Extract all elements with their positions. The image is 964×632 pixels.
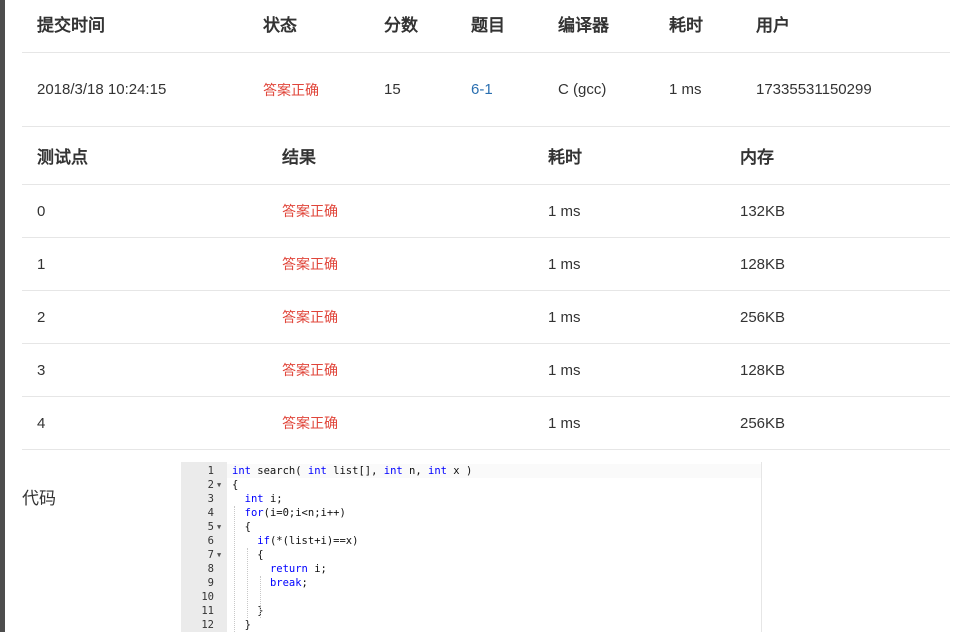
header-time-used: 耗时	[654, 0, 741, 53]
testcase-id: 0	[22, 184, 267, 238]
indent-guide	[234, 506, 235, 632]
line-number: 5	[207, 521, 214, 533]
header-compiler: 编译器	[543, 0, 654, 53]
fold-toggle-icon[interactable]: ▼	[217, 548, 221, 562]
line-number: 12	[201, 619, 214, 631]
fold-toggle-icon[interactable]: ▼	[217, 478, 221, 492]
code-label: 代码	[22, 489, 56, 509]
header-status: 状态	[248, 0, 369, 53]
code-line[interactable]: 2 ▼ {	[181, 478, 761, 492]
line-number: 6	[207, 535, 214, 547]
time-used-value: 1 ms	[654, 52, 741, 127]
testcase-result: 答案正确	[267, 290, 533, 344]
line-number: 10	[201, 591, 214, 603]
testcase-time: 1 ms	[533, 396, 725, 450]
header-problem: 题目	[456, 0, 543, 53]
submission-table: 提交时间 状态 分数 题目 编译器 耗时 用户 2018/3/18 10:24:…	[22, 0, 950, 127]
code-line[interactable]: 9 break;	[181, 576, 761, 590]
code-line[interactable]: 7 ▼ {	[181, 548, 761, 562]
testcase-id: 2	[22, 290, 267, 344]
score-value: 15	[369, 52, 456, 127]
code-line[interactable]: 8 return i;	[181, 562, 761, 576]
table-row: 2 答案正确 1 ms 256KB	[22, 290, 950, 344]
header-tc-time: 耗时	[533, 127, 725, 185]
testcase-time: 1 ms	[533, 343, 725, 397]
code-editor[interactable]: 1 int search( int list[], int n, int x ) 2…	[181, 462, 762, 632]
testcase-memory: 256KB	[725, 396, 950, 450]
code-text: break;	[269, 577, 308, 589]
code-text: int i;	[244, 493, 283, 505]
testcase-id: 1	[22, 237, 267, 291]
submission-panel: 提交时间 状态 分数 题目 编译器 耗时 用户 2018/3/18 10:24:…	[22, 0, 950, 450]
problem-link[interactable]: 6-1	[456, 52, 543, 127]
line-number: 8	[207, 563, 214, 575]
testcase-result: 答案正确	[267, 343, 533, 397]
testcase-time: 1 ms	[533, 290, 725, 344]
code-line[interactable]: 3 int i;	[181, 492, 761, 506]
line-number: 11	[201, 605, 214, 617]
testcase-id: 4	[22, 396, 267, 450]
fold-toggle-icon[interactable]: ▼	[217, 520, 221, 534]
line-number: 1	[207, 465, 214, 477]
testcase-memory: 128KB	[725, 237, 950, 291]
code-text: for(i=0;i<n;i++)	[244, 507, 346, 519]
code-line[interactable]: 12 }	[181, 618, 761, 632]
code-line[interactable]: 1 int search( int list[], int n, int x )	[181, 464, 761, 478]
testcase-result: 答案正确	[267, 184, 533, 238]
header-memory: 内存	[725, 127, 950, 185]
compiler-value: C (gcc)	[543, 52, 654, 127]
code-line[interactable]: 5 ▼ {	[181, 520, 761, 534]
indent-guide	[260, 576, 261, 618]
testcase-id: 3	[22, 343, 267, 397]
line-number: 7	[207, 549, 214, 561]
code-line[interactable]: 11 }	[181, 604, 761, 618]
testcase-time: 1 ms	[533, 237, 725, 291]
status-badge: 答案正确	[248, 52, 369, 127]
table-row: 4 答案正确 1 ms 256KB	[22, 396, 950, 450]
header-score: 分数	[369, 0, 456, 53]
code-text: if(*(list+i)==x)	[257, 535, 359, 547]
testcase-table: 测试点 结果 耗时 内存 0 答案正确 1 ms 132KB 1 答案正确 1 …	[22, 127, 950, 450]
code-line[interactable]: 10	[181, 590, 761, 604]
line-number: 3	[207, 493, 214, 505]
indent-guide	[247, 548, 248, 618]
testcase-time: 1 ms	[533, 184, 725, 238]
submission-row: 2018/3/18 10:24:15 答案正确 15 6-1 C (gcc) 1…	[22, 52, 950, 127]
table-row: 0 答案正确 1 ms 132KB	[22, 184, 950, 238]
submit-time: 2018/3/18 10:24:15	[22, 52, 248, 127]
header-submit-time: 提交时间	[22, 0, 248, 53]
header-result: 结果	[267, 127, 533, 185]
testcase-memory: 256KB	[725, 290, 950, 344]
line-number: 9	[207, 577, 214, 589]
table-row: 1 答案正确 1 ms 128KB	[22, 237, 950, 291]
header-testcase: 测试点	[22, 127, 267, 185]
window-left-edge	[0, 0, 5, 632]
line-number: 2	[207, 479, 214, 491]
code-text: {	[232, 479, 239, 491]
submission-header-row: 提交时间 状态 分数 题目 编译器 耗时 用户	[22, 0, 950, 53]
line-number: 4	[207, 507, 214, 519]
testcase-header-row: 测试点 结果 耗时 内存	[22, 127, 950, 185]
testcase-result: 答案正确	[267, 237, 533, 291]
code-line[interactable]: 4 for(i=0;i<n;i++)	[181, 506, 761, 520]
code-line[interactable]: 6 if(*(list+i)==x)	[181, 534, 761, 548]
testcase-memory: 132KB	[725, 184, 950, 238]
user-id: 17335531150299	[741, 52, 950, 127]
header-user: 用户	[741, 0, 950, 53]
testcase-memory: 128KB	[725, 343, 950, 397]
testcase-result: 答案正确	[267, 396, 533, 450]
code-text: int search( int list[], int n, int x )	[232, 465, 473, 477]
table-row: 3 答案正确 1 ms 128KB	[22, 343, 950, 397]
